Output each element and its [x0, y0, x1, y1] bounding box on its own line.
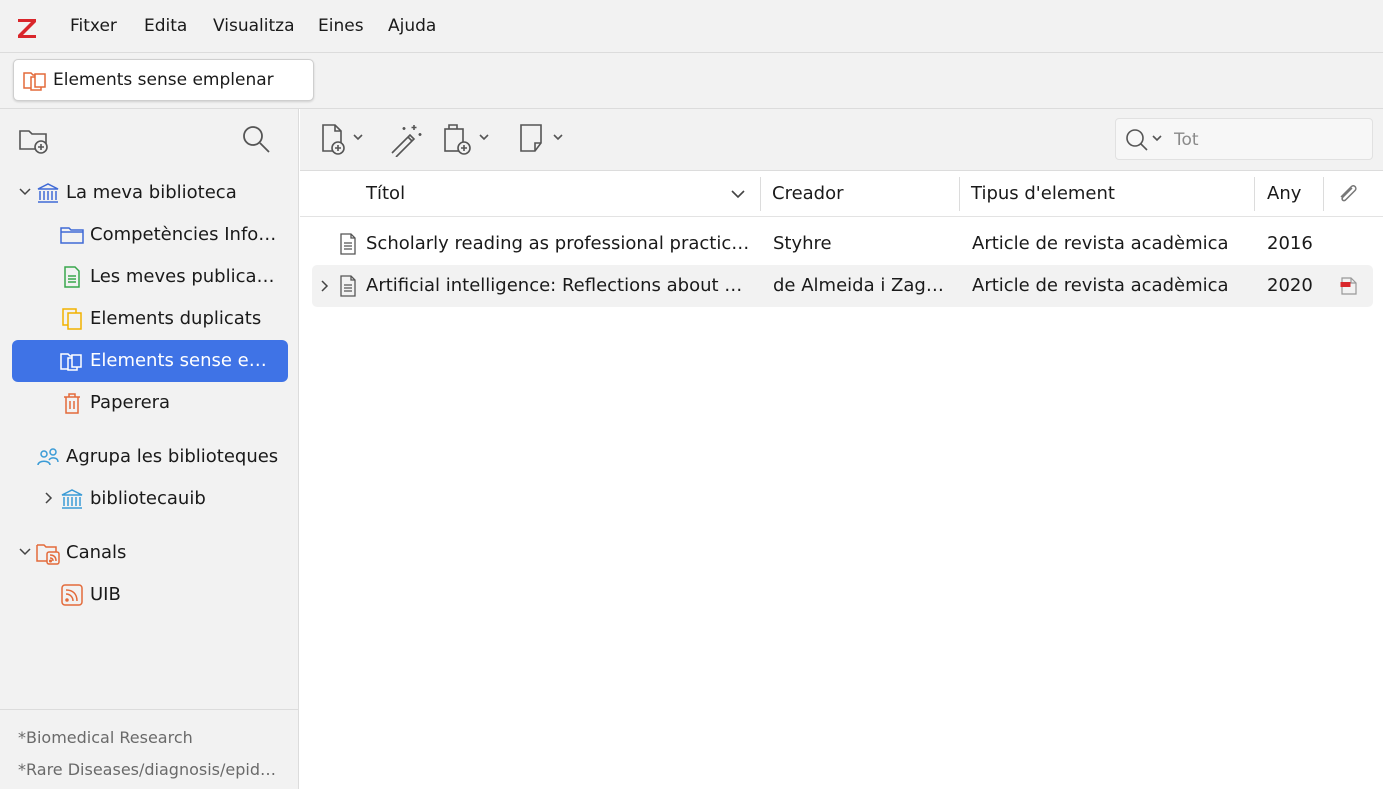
tree-row-trash[interactable]: Paperera	[12, 382, 288, 424]
tab-library[interactable]: Elements sense emplenar	[13, 59, 314, 101]
tree-row-my-library[interactable]: La meva biblioteca	[12, 172, 288, 214]
column-item-type[interactable]: Tipus d'element	[960, 171, 1254, 216]
publications-icon	[64, 266, 80, 288]
folder-icon	[60, 227, 84, 244]
library-icon	[61, 489, 83, 509]
feed-icon	[61, 584, 83, 606]
cell-item-type: Article de revista acadèmica	[972, 275, 1229, 296]
new-note-icon[interactable]	[518, 121, 568, 157]
add-attachment-icon[interactable]	[442, 121, 494, 157]
column-label: Creador	[772, 183, 844, 204]
cell-creator: de Almeida i Zagalo-Melo	[773, 275, 953, 296]
cell-creator: Styhre	[773, 233, 832, 254]
trash-icon	[64, 393, 80, 414]
cell-year: 2020	[1267, 275, 1313, 296]
tag-item[interactable]: *Biomedical Research	[18, 728, 278, 747]
magic-wand-icon[interactable]	[388, 121, 424, 157]
menu-visualitza[interactable]: Visualitza	[213, 16, 294, 36]
search-mode-icon[interactable]	[1124, 127, 1168, 153]
feeds-icon	[36, 544, 60, 565]
tree-row-duplicates[interactable]: Elements duplicats	[12, 298, 288, 340]
menu-fitxer[interactable]: Fitxer	[70, 16, 117, 36]
cell-title: Scholarly reading as professional practi…	[366, 233, 750, 254]
tree-label: La meva biblioteca	[66, 182, 237, 203]
cell-title: Artificial intelligence: Reflections abo…	[366, 275, 750, 296]
new-item-icon[interactable]	[318, 121, 368, 157]
menu-edita[interactable]: Edita	[144, 16, 187, 36]
zotero-logo-icon[interactable]	[15, 13, 39, 41]
chevron-right-icon[interactable]	[318, 279, 332, 293]
tree-label: Paperera	[90, 392, 171, 413]
search-icon[interactable]	[238, 121, 274, 157]
tree-label: Agrupa les biblioteques	[66, 446, 279, 467]
unfiled-icon	[60, 353, 82, 371]
tree-label: Les meves publicacions	[90, 266, 280, 287]
column-attachments[interactable]	[1324, 171, 1383, 216]
column-creator[interactable]: Creador	[761, 171, 959, 216]
library-icon	[37, 183, 59, 203]
tab-bar: Elements sense emplenar	[0, 53, 1383, 109]
search-input[interactable]	[1172, 127, 1366, 153]
search-box[interactable]	[1115, 118, 1373, 160]
journal-article-icon	[340, 275, 356, 297]
groups-icon	[37, 448, 59, 466]
journal-article-icon	[340, 233, 356, 255]
tree-row-feed-uib[interactable]: UIB	[12, 574, 288, 616]
tree-label: Elements sense emplenar	[90, 350, 282, 371]
items-toolbar	[300, 109, 1383, 171]
chevron-down-icon[interactable]	[18, 545, 32, 559]
tree-row-feeds[interactable]: Canals	[12, 532, 288, 574]
tree-row-my-publications[interactable]: Les meves publicacions	[12, 256, 288, 298]
unfiled-icon	[23, 72, 46, 91]
tab-label: Elements sense emplenar	[53, 70, 274, 90]
collections-pane: La meva biblioteca Competències Informac…	[0, 109, 299, 789]
cell-year: 2016	[1267, 233, 1313, 254]
items-column-header: Títol Creador Tipus d'element Any	[300, 171, 1383, 217]
duplicate-icon	[62, 308, 82, 330]
tree-label: Canals	[66, 542, 127, 563]
column-label: Títol	[366, 183, 406, 204]
paperclip-icon	[1340, 184, 1357, 202]
tag-selector: *Biomedical Research *Rare Diseases/diag…	[0, 709, 298, 790]
menubar: Fitxer Edita Visualitza Eines Ajuda	[0, 0, 1383, 53]
new-collection-icon[interactable]	[16, 121, 52, 157]
table-row[interactable]: Artificial intelligence: Reflections abo…	[312, 265, 1373, 307]
column-label: Any	[1267, 183, 1302, 204]
chevron-down-icon[interactable]	[18, 185, 32, 199]
column-label: Tipus d'element	[971, 183, 1115, 204]
tree-row-competencies[interactable]: Competències Informacionals	[12, 214, 288, 256]
tree-label: Competències Informacionals	[90, 224, 280, 245]
tree-label: Elements duplicats	[90, 308, 262, 329]
table-row[interactable]: Scholarly reading as professional practi…	[312, 223, 1373, 265]
chevron-right-icon[interactable]	[42, 491, 56, 505]
tree-row-bibliotecauib[interactable]: bibliotecauib	[12, 478, 288, 520]
menu-ajuda[interactable]: Ajuda	[388, 16, 436, 36]
menu-eines[interactable]: Eines	[318, 16, 364, 36]
tree-row-groups[interactable]: Agrupa les biblioteques	[12, 436, 288, 478]
pdf-attachment-icon[interactable]	[1339, 276, 1359, 296]
tree-label: bibliotecauib	[90, 488, 206, 509]
tag-item[interactable]: *Rare Diseases/diagnosis/epidemiology	[18, 760, 278, 779]
sort-descending-icon	[731, 190, 745, 199]
column-title[interactable]: Títol	[300, 171, 760, 216]
column-year[interactable]: Any	[1255, 171, 1323, 216]
tree-row-unfiled[interactable]: Elements sense emplenar	[12, 340, 288, 382]
cell-item-type: Article de revista acadèmica	[972, 233, 1229, 254]
tree-label: UIB	[90, 584, 121, 605]
